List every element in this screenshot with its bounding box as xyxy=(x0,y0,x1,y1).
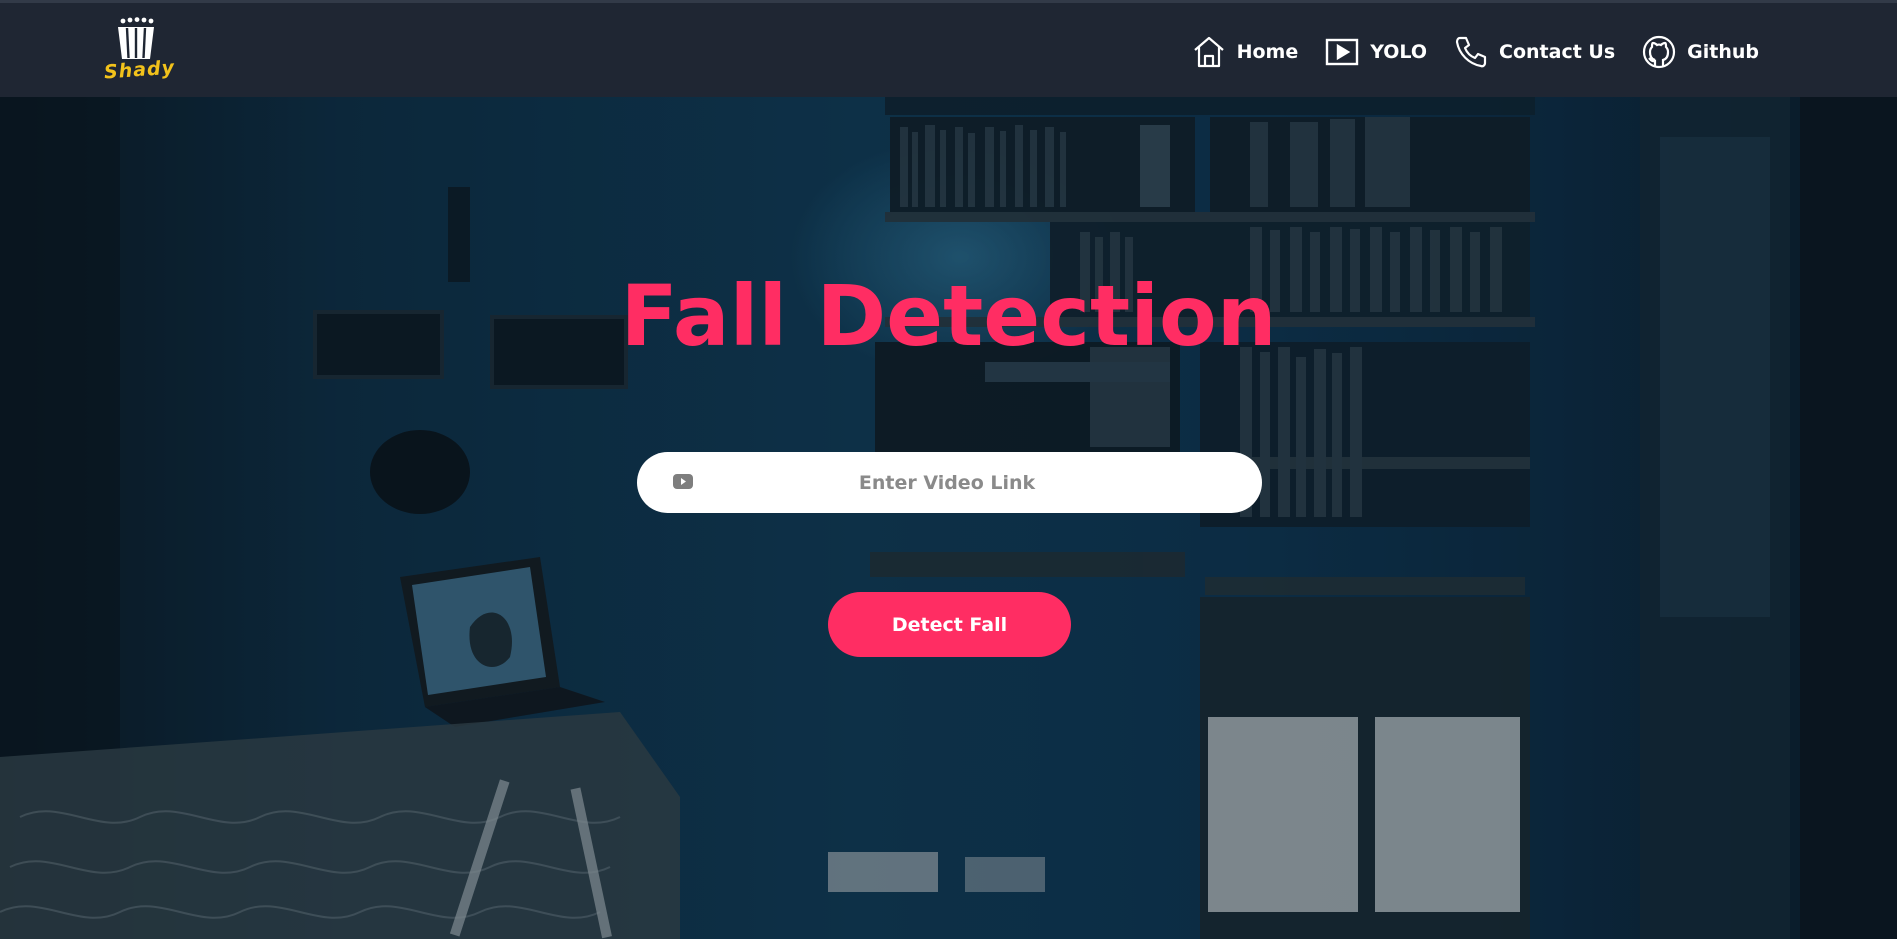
nav-label-github: Github xyxy=(1687,40,1759,63)
github-icon xyxy=(1641,34,1677,70)
detect-fall-button[interactable]: Detect Fall xyxy=(828,592,1071,657)
phone-icon xyxy=(1453,34,1489,70)
video-link-field[interactable] xyxy=(637,452,1262,513)
nav-label-yolo: YOLO xyxy=(1370,40,1428,63)
brand-logo[interactable]: Shady xyxy=(100,15,176,91)
nav-item-github[interactable]: Github xyxy=(1641,34,1759,70)
play-icon xyxy=(1324,34,1360,70)
nav-item-yolo[interactable]: YOLO xyxy=(1324,34,1427,70)
nav-label-home: Home xyxy=(1236,40,1299,63)
page-title: Fall Detection xyxy=(620,267,1277,365)
nav-item-contact[interactable]: Contact Us xyxy=(1453,34,1615,70)
home-icon xyxy=(1191,34,1227,70)
nav-label-contact: Contact Us xyxy=(1499,40,1616,63)
youtube-icon xyxy=(673,474,693,489)
navbar: Shady Home YOLO Contact Us Github xyxy=(0,0,1897,97)
background-room-image xyxy=(0,97,1897,939)
popcorn-bucket-icon xyxy=(118,17,154,59)
brand-name: Shady xyxy=(103,56,176,84)
nav-item-home[interactable]: Home xyxy=(1191,34,1299,70)
hero-section: Fall Detection Detect Fall xyxy=(0,97,1897,939)
nav-links: Home YOLO Contact Us Github xyxy=(1165,3,1759,100)
video-link-input[interactable] xyxy=(717,452,1177,513)
